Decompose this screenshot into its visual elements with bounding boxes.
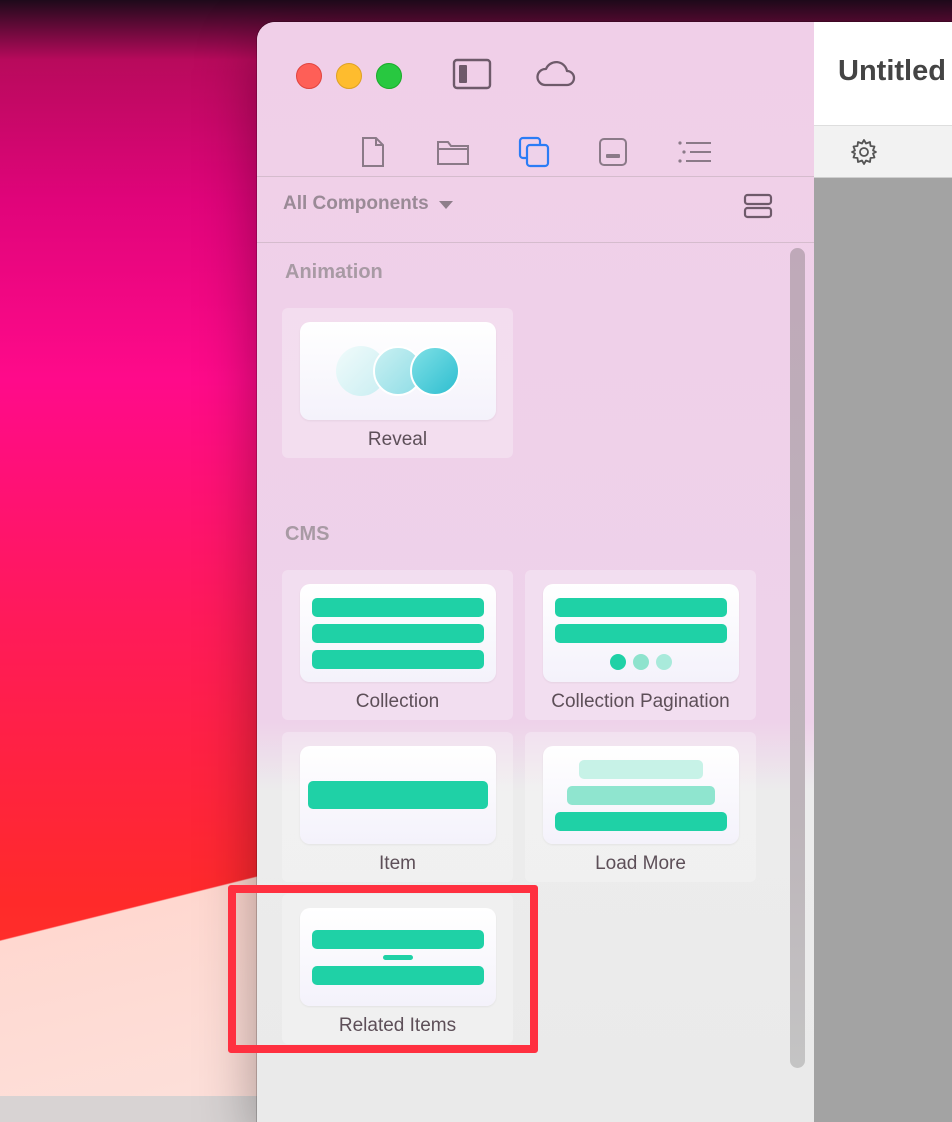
tab-outline[interactable] [675, 130, 715, 178]
zoom-window-button[interactable] [376, 63, 402, 89]
tab-assets[interactable] [433, 130, 473, 178]
document-header: Untitled [814, 22, 952, 125]
load-more-thumbnail [543, 746, 739, 844]
document-area: Untitled [814, 22, 952, 1122]
reveal-thumbnail [300, 322, 496, 420]
components-icon [518, 136, 550, 173]
tab-pages[interactable] [353, 130, 393, 178]
outline-icon [677, 140, 713, 169]
pagination-dot [656, 654, 672, 670]
tab-media[interactable] [593, 130, 633, 178]
document-title: Untitled [838, 55, 946, 87]
reveal-circle-3 [410, 346, 460, 396]
close-window-button[interactable] [296, 63, 322, 89]
sidebar-toggle-icon[interactable] [452, 58, 492, 95]
card-label: Reveal [367, 429, 428, 450]
tabs-divider [257, 176, 814, 177]
thumb-bar [555, 624, 727, 643]
card-label: Load More [595, 853, 686, 874]
component-card-collection[interactable]: Collection [282, 570, 513, 720]
item-thumbnail [300, 746, 496, 844]
collection-thumbnail [300, 584, 496, 682]
card-label: Collection [355, 691, 440, 712]
filter-divider [257, 242, 814, 243]
thumb-bar [312, 598, 484, 617]
sidebar-tabs [257, 130, 814, 178]
components-filter-dropdown[interactable]: All Components [283, 193, 453, 215]
document-toolbar [814, 125, 952, 178]
component-card-load-more[interactable]: Load More [525, 732, 756, 882]
page-icon [359, 136, 387, 173]
thumb-bar [312, 624, 484, 643]
media-icon [598, 137, 628, 172]
thumb-bar [555, 598, 727, 617]
caret-down-icon [438, 201, 453, 209]
pagination-dot [610, 654, 626, 670]
folder-icon [436, 138, 470, 171]
layout-toggle-icon[interactable] [743, 193, 773, 224]
highlight-box [228, 885, 538, 1053]
pagination-dot [633, 654, 649, 670]
tab-components[interactable] [514, 130, 554, 178]
card-label: Collection Pagination [551, 691, 730, 712]
gear-icon[interactable] [850, 138, 878, 171]
component-card-item[interactable]: Item [282, 732, 513, 882]
collection-pagination-thumbnail [543, 584, 739, 682]
component-card-reveal[interactable]: Reveal [282, 308, 513, 458]
filter-label: All Components [283, 193, 429, 214]
thumb-bar [555, 812, 727, 831]
thumb-bar [567, 786, 715, 805]
section-title-animation: Animation [285, 261, 383, 283]
sidebar-scrollbar[interactable] [790, 248, 805, 1068]
thumb-bar [579, 760, 703, 779]
cloud-icon[interactable] [535, 58, 577, 95]
thumb-bar [308, 781, 488, 809]
component-card-collection-pagination[interactable]: Collection Pagination [525, 570, 756, 720]
card-label: Item [379, 853, 416, 874]
minimize-window-button[interactable] [336, 63, 362, 89]
section-title-cms: CMS [285, 523, 330, 545]
thumb-bar [312, 650, 484, 669]
